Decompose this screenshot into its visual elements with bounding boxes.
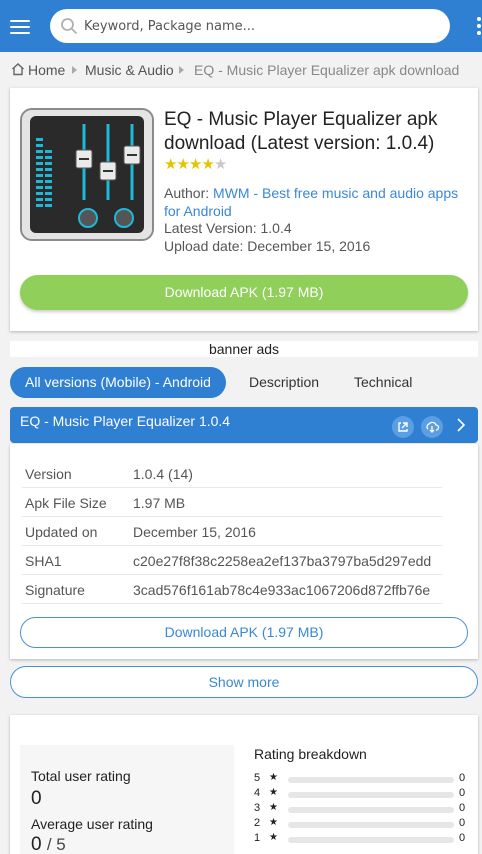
detail-key: SHA1	[25, 553, 62, 569]
app-title: EQ - Music Player Equalizer apk download…	[164, 109, 438, 154]
star-icon: ★	[176, 156, 189, 173]
more-options-icon[interactable]	[474, 16, 482, 38]
star-icon: ★	[213, 156, 227, 173]
author-link[interactable]: MWM - Best free music and audio apps for…	[164, 185, 458, 219]
latest-version: Latest Version: 1.0.4	[164, 220, 292, 236]
download-apk-version-button[interactable]: Download APK (1.97 MB)	[20, 617, 468, 648]
rating-breakdown-title: Rating breakdown	[254, 746, 367, 762]
home-icon	[12, 63, 24, 76]
average-rating-value: 0 / 5	[31, 834, 66, 854]
chevron-right-icon	[72, 66, 77, 74]
external-link-icon[interactable]	[392, 416, 414, 438]
breakdown-bar	[288, 837, 454, 843]
breakdown-stars: 1	[254, 832, 261, 844]
app-info-card: EQ - Music Player Equalizer apk download…	[10, 88, 478, 331]
average-max: / 5	[46, 835, 66, 854]
breakdown-row: 2 ★ 0	[254, 817, 468, 831]
banner-ads: banner ads	[10, 341, 478, 357]
detail-key: Signature	[25, 582, 85, 598]
breadcrumb-category[interactable]: Music & Audio	[85, 62, 174, 78]
author-line: Author: MWM - Best free music and audio …	[164, 184, 474, 220]
breakdown-bar	[288, 807, 454, 813]
breakdown-stars: 5	[254, 772, 261, 784]
detail-key: Version	[25, 466, 72, 482]
star-icon: ★	[269, 802, 278, 813]
rating-stars: ★★★★★	[164, 155, 227, 173]
breakdown-row: 1 ★ 0	[254, 832, 468, 846]
chevron-right-icon	[179, 66, 184, 74]
total-rating-label: Total user rating	[31, 768, 131, 784]
version-header[interactable]: EQ - Music Player Equalizer 1.0.4	[10, 407, 478, 443]
breakdown-stars: 2	[254, 817, 261, 829]
top-bar	[0, 0, 482, 52]
star-icon: ★	[201, 156, 214, 173]
app-icon	[20, 108, 154, 241]
star-icon: ★	[188, 156, 202, 173]
author-label: Author:	[164, 185, 210, 201]
breakdown-count: 0	[459, 817, 466, 829]
detail-key: Apk File Size	[25, 495, 107, 511]
search-input[interactable]	[84, 15, 434, 37]
rating-summary: Total user rating 0 Average user rating …	[20, 745, 234, 854]
breakdown-row: 3 ★ 0	[254, 802, 468, 816]
detail-value: 3cad576f161ab78c4e933ac1067206d872ffb76e	[133, 582, 431, 598]
detail-value: c20e27f8f38c2258ea2ef137ba3797ba5d297edd	[133, 553, 432, 569]
search-icon	[61, 18, 77, 34]
detail-row: Updated on December 15, 2016	[22, 517, 442, 546]
show-more-button[interactable]: Show more	[10, 666, 478, 698]
version-details-card: Version 1.0.4 (14) Apk File Size 1.97 MB…	[10, 444, 478, 659]
breakdown-count: 0	[459, 832, 466, 844]
breakdown-count: 0	[459, 772, 466, 784]
star-icon: ★	[269, 817, 278, 828]
star-icon: ★	[269, 772, 278, 783]
breakdown-count: 0	[459, 787, 466, 799]
detail-row: Apk File Size 1.97 MB	[22, 488, 442, 517]
average-rating-label: Average user rating	[31, 816, 153, 832]
breadcrumb-home[interactable]: Home	[28, 62, 65, 78]
cloud-download-icon[interactable]	[421, 416, 443, 438]
detail-row: SHA1 c20e27f8f38c2258ea2ef137ba3797ba5d2…	[22, 546, 442, 575]
tab-all-versions[interactable]: All versions (Mobile) - Android	[10, 367, 226, 398]
breakdown-row: 4 ★ 0	[254, 787, 468, 801]
breakdown-bar	[288, 822, 454, 828]
breakdown-bar	[288, 792, 454, 798]
tab-technical[interactable]: Technical	[354, 367, 412, 398]
total-rating-value: 0	[31, 788, 42, 809]
detail-value: December 15, 2016	[133, 524, 256, 540]
breakdown-count: 0	[459, 802, 466, 814]
star-icon: ★	[269, 787, 278, 798]
detail-value: 1.97 MB	[133, 495, 186, 511]
detail-row: Signature 3cad576f161ab78c4e933ac1067206…	[22, 575, 442, 604]
detail-value: 1.0.4 (14)	[133, 466, 193, 482]
chevron-right-icon[interactable]	[455, 418, 467, 432]
detail-row: Version 1.0.4 (14)	[22, 459, 442, 488]
hamburger-menu-icon[interactable]	[8, 13, 32, 39]
star-icon: ★	[269, 832, 278, 843]
breakdown-stars: 4	[254, 787, 261, 799]
tab-description[interactable]: Description	[249, 367, 319, 398]
detail-key: Updated on	[25, 524, 98, 540]
download-apk-button[interactable]: Download APK (1.97 MB)	[20, 275, 468, 310]
breadcrumb-current: EQ - Music Player Equalizer apk download	[194, 62, 460, 78]
average-value: 0	[31, 834, 42, 854]
version-title: EQ - Music Player Equalizer 1.0.4	[20, 413, 231, 429]
star-icon: ★	[164, 156, 177, 173]
search-box[interactable]	[50, 9, 450, 43]
breadcrumb: Home Music & Audio EQ - Music Player Equ…	[10, 60, 480, 80]
rating-card: Total user rating 0 Average user rating …	[10, 715, 478, 854]
upload-date: Upload date: December 15, 2016	[164, 238, 371, 254]
breakdown-stars: 3	[254, 802, 261, 814]
breakdown-row: 5 ★ 0	[254, 772, 468, 786]
breakdown-bar	[288, 777, 454, 783]
